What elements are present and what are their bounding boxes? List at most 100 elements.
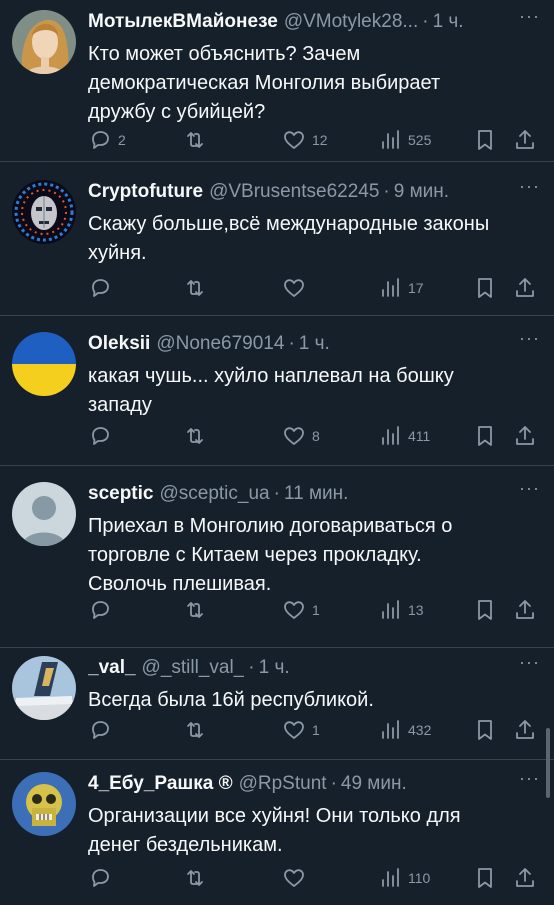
reply-button[interactable] [88, 598, 118, 622]
like-button[interactable]: 1 [282, 718, 320, 742]
views-button[interactable]: 525 [378, 128, 431, 152]
like-button[interactable] [282, 866, 312, 890]
timestamp[interactable]: 1 ч. [433, 10, 464, 34]
bookmark-icon [478, 600, 492, 620]
display-name[interactable]: Cryptofuture [88, 180, 203, 204]
venus-painting-avatar-icon [12, 10, 76, 74]
ukraine-flag-avatar-icon [12, 332, 76, 396]
more-options-icon[interactable]: ··· [519, 6, 540, 27]
avatar[interactable] [12, 10, 76, 74]
retweet-button[interactable] [183, 598, 207, 622]
views-chart-icon [382, 600, 399, 619]
view-count: 110 [408, 870, 431, 886]
views-button[interactable]: 13 [378, 598, 424, 622]
share-button[interactable] [513, 598, 537, 622]
reply-icon [92, 131, 109, 149]
user-handle[interactable]: @_still_val_ [142, 656, 245, 680]
views-button[interactable]: 17 [378, 276, 424, 300]
heart-icon [284, 427, 304, 445]
share-icon [516, 130, 534, 149]
retweet-button[interactable] [183, 718, 207, 742]
heart-icon [284, 601, 304, 619]
retweet-button[interactable] [183, 128, 207, 152]
share-icon [516, 426, 534, 445]
share-icon [516, 720, 534, 739]
bookmark-button[interactable] [473, 598, 497, 622]
timestamp[interactable]: 1 ч. [299, 332, 330, 356]
display-name[interactable]: sceptic [88, 482, 153, 506]
reply-button[interactable] [88, 718, 118, 742]
more-options-icon[interactable]: ··· [519, 478, 540, 499]
avatar[interactable] [12, 482, 76, 546]
tweet[interactable]: sceptic @sceptic_ua · 11 мин. ··· Приеха… [0, 466, 554, 648]
reply-button[interactable]: 2 [88, 128, 126, 152]
reply-icon [92, 721, 109, 739]
avatar[interactable] [12, 180, 76, 244]
heart-icon [284, 721, 304, 739]
more-options-icon[interactable]: ··· [519, 652, 540, 673]
views-chart-icon [382, 130, 399, 149]
views-chart-icon [382, 426, 399, 445]
tweet[interactable]: _val_ @_still_val_ · 1 ч. ··· Всегда был… [0, 648, 554, 760]
like-button[interactable] [282, 276, 312, 300]
tweet-text: Приехал в Монголию договариваться о торг… [88, 515, 453, 595]
scrollbar[interactable] [546, 728, 550, 798]
user-handle[interactable]: @sceptic_ua [159, 482, 269, 506]
views-chart-icon [382, 868, 399, 887]
retweet-button[interactable] [183, 276, 207, 300]
share-button[interactable] [513, 718, 537, 742]
bookmark-button[interactable] [473, 128, 497, 152]
bookmark-button[interactable] [473, 866, 497, 890]
action-bar: 17 [88, 274, 540, 302]
view-count: 17 [408, 280, 424, 296]
tweet[interactable]: Cryptofuture @VBrusentse62245 · 9 мин. ·… [0, 162, 554, 316]
views-chart-icon [382, 278, 399, 297]
more-options-icon[interactable]: ··· [519, 176, 540, 197]
avatar[interactable] [12, 772, 76, 836]
user-handle[interactable]: @RpStunt [239, 772, 327, 796]
user-handle[interactable]: @VBrusentse62245 [209, 180, 379, 204]
share-button[interactable] [513, 276, 537, 300]
like-count: 1 [312, 722, 320, 738]
retweet-icon [187, 722, 203, 738]
views-button[interactable]: 432 [378, 718, 431, 742]
bookmark-button[interactable] [473, 718, 497, 742]
bookmark-button[interactable] [473, 424, 497, 448]
timestamp[interactable]: 11 мин. [284, 482, 348, 506]
action-bar: 1 13 [88, 596, 540, 624]
user-handle[interactable]: @VMotylek28... [284, 10, 418, 34]
share-icon [516, 868, 534, 887]
display-name[interactable]: Oleksii [88, 332, 150, 356]
more-options-icon[interactable]: ··· [519, 328, 540, 349]
share-button[interactable] [513, 866, 537, 890]
bookmark-button[interactable] [473, 276, 497, 300]
more-options-icon[interactable]: ··· [519, 768, 540, 789]
reply-button[interactable] [88, 866, 118, 890]
retweet-button[interactable] [183, 424, 207, 448]
like-button[interactable]: 8 [282, 424, 320, 448]
display-name[interactable]: 4_Ебу_Рашка ® [88, 772, 233, 796]
tweet[interactable]: Oleksii @None679014 · 1 ч. ··· какая чуш… [0, 316, 554, 466]
timestamp[interactable]: 49 мин. [341, 772, 407, 796]
like-button[interactable]: 1 [282, 598, 320, 622]
timestamp[interactable]: 9 мин. [394, 180, 449, 204]
share-button[interactable] [513, 128, 537, 152]
timestamp[interactable]: 1 ч. [259, 656, 290, 680]
heart-icon [284, 869, 304, 887]
reply-button[interactable] [88, 424, 118, 448]
share-button[interactable] [513, 424, 537, 448]
display-name[interactable]: _val_ [88, 656, 136, 680]
tweet[interactable]: 4_Ебу_Рашка ® @RpStunt · 49 мин. ··· Орг… [0, 760, 554, 905]
reply-icon [92, 869, 109, 887]
avatar[interactable] [12, 332, 76, 396]
like-button[interactable]: 12 [282, 128, 328, 152]
retweet-button[interactable] [183, 866, 207, 890]
separator-dot: · [422, 11, 429, 32]
avatar[interactable] [12, 656, 76, 720]
tweet[interactable]: МотылекВМайонезе @VMotylek28... · 1 ч. ·… [0, 0, 554, 162]
reply-button[interactable] [88, 276, 118, 300]
views-button[interactable]: 411 [378, 424, 430, 448]
views-button[interactable]: 110 [378, 866, 430, 890]
user-handle[interactable]: @None679014 [156, 332, 284, 356]
display-name[interactable]: МотылекВМайонезе [88, 10, 278, 34]
